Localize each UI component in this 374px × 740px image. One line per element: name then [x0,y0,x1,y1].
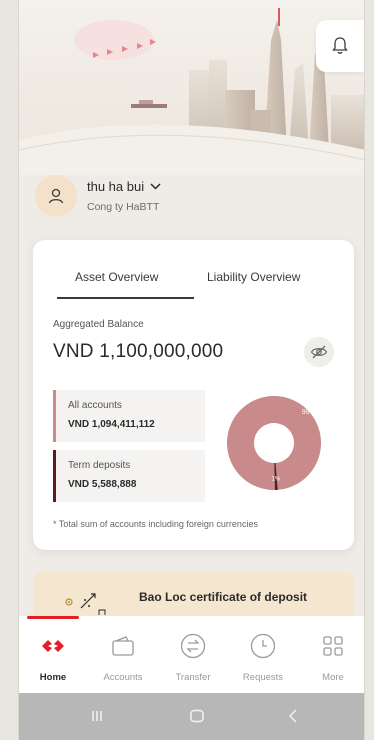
back-button[interactable] [281,707,305,725]
donut-label-term-deposits: 1% [271,476,280,482]
promo-title: Bao Loc certificate of deposit [139,590,308,604]
bottom-navigation: Home Accounts Transfer Requests More [19,615,364,693]
transfer-icon [180,633,206,659]
techcombank-logo-icon [42,640,64,652]
nav-item-accounts[interactable]: Accounts [93,632,153,692]
tab-liability-overview[interactable]: Liability Overview [207,270,300,284]
app-screen: thu ha bui Cong ty HaBTT Asset Overview … [18,0,365,740]
profile-section[interactable]: thu ha bui Cong ty HaBTT [35,175,355,225]
aggregated-balance-value: VND 1,100,000,000 [53,341,224,362]
tab-asset-overview[interactable]: Asset Overview [75,270,158,284]
nav-item-transfer[interactable]: Transfer [163,632,223,692]
term-deposits-row[interactable]: Term deposits VND 5,588,888 [53,450,205,502]
chevron-down-icon [150,183,161,190]
user-icon [48,188,64,204]
nav-label-transfer: Transfer [175,672,211,683]
nav-item-requests[interactable]: Requests [233,632,293,692]
currency-note: * Total sum of accounts including foreig… [53,519,258,529]
back-arrow-icon [288,709,297,723]
avatar[interactable] [35,175,77,217]
nav-label-requests: Requests [242,672,284,683]
asset-donut-chart: 99% 1% [227,396,321,490]
recent-apps-button[interactable] [85,707,109,725]
nav-label-more: More [322,672,344,683]
eye-off-icon [310,345,328,359]
home-system-icon [190,709,204,723]
city-skyline-illustration [19,8,364,175]
hide-balance-button[interactable] [304,337,334,367]
bell-icon [332,37,348,54]
user-name-dropdown[interactable]: thu ha bui [87,179,161,194]
donut-label-all-accounts: 99% [302,409,316,416]
system-navigation-bar [19,693,364,740]
all-accounts-row[interactable]: All accounts VND 1,094,411,112 [53,390,205,442]
notification-button[interactable] [316,20,364,72]
overview-card: Asset Overview Liability Overview Aggreg… [33,240,354,550]
all-accounts-value: VND 1,094,411,112 [68,419,155,430]
nav-item-home[interactable]: Home [23,632,83,692]
nav-label-accounts: Accounts [103,672,143,683]
nav-active-indicator [27,616,79,619]
clock-icon [250,633,276,659]
all-accounts-label: All accounts [68,400,122,411]
recent-apps-icon [92,711,102,721]
nav-label-home: Home [39,672,67,683]
wallet-icon [112,636,134,656]
user-name: thu ha bui [87,179,145,194]
grid-icon [323,636,343,656]
hero-banner [19,0,364,175]
overview-tabs: Asset Overview Liability Overview [33,240,354,300]
active-tab-indicator [57,297,194,299]
aggregated-balance-label: Aggregated Balance [53,319,144,330]
company-name: Cong ty HaBTT [87,201,160,213]
nav-item-more[interactable]: More [303,632,363,692]
term-deposits-label: Term deposits [68,460,131,471]
home-system-button[interactable] [185,707,209,725]
term-deposits-value: VND 5,588,888 [68,479,137,490]
